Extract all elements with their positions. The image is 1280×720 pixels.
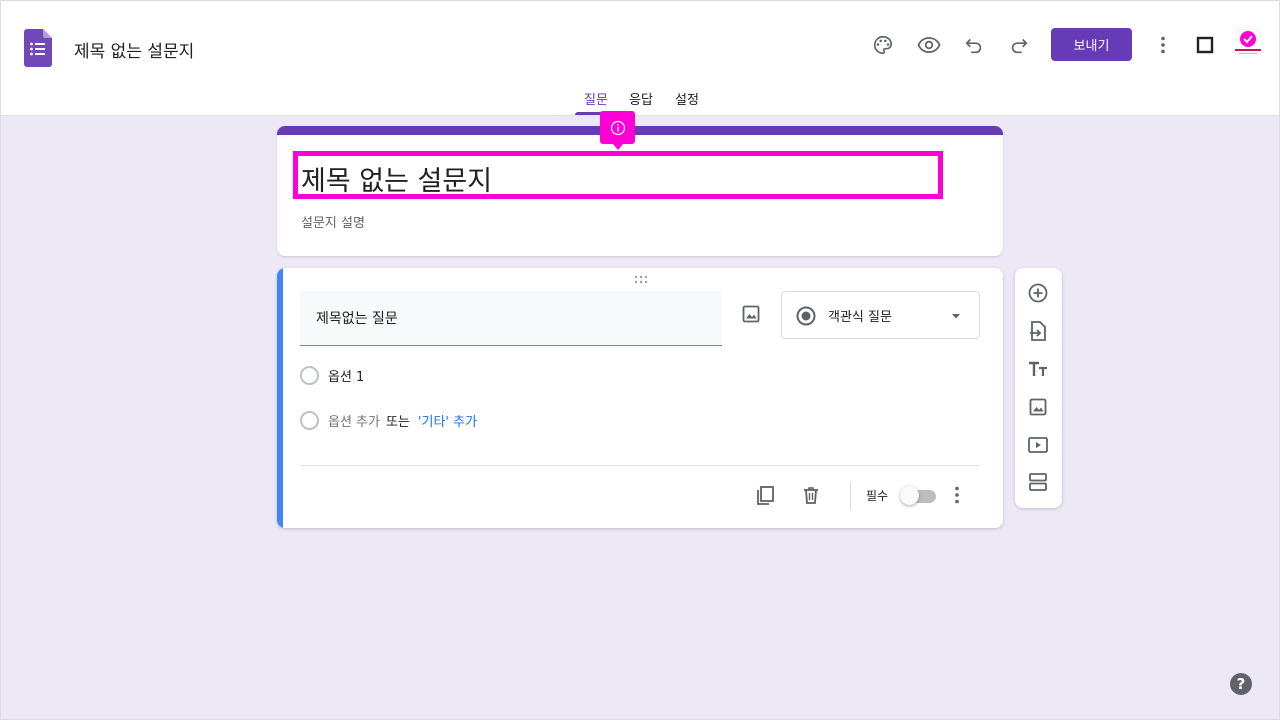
add-image-icon[interactable]: [1026, 395, 1050, 419]
send-button[interactable]: 보내기: [1051, 28, 1132, 61]
or-text: 또는: [385, 414, 410, 430]
document-title[interactable]: 제목 없는 설문지: [74, 37, 194, 62]
required-toggle[interactable]: [900, 486, 936, 505]
google-forms-logo-icon[interactable]: [24, 29, 52, 67]
add-question-icon[interactable]: [1026, 281, 1050, 305]
add-video-icon[interactable]: [1026, 433, 1050, 457]
option-row[interactable]: 옵션 1: [300, 364, 364, 386]
square-icon[interactable]: [1192, 32, 1218, 58]
redo-icon[interactable]: [1006, 32, 1032, 58]
add-image-icon[interactable]: [738, 301, 764, 327]
annotation-highlight-box: [293, 151, 943, 199]
question-card[interactable]: 제목없는 질문 객관식 질문 옵션 1 옵션 추가 또는 '기타' 추가 필수: [277, 268, 1003, 528]
dropdown-arrow-icon: [952, 314, 960, 319]
radio-button-icon: [796, 306, 816, 326]
form-tabs: 질문 응답 설정: [1, 89, 1279, 116]
more-vert-icon[interactable]: [1150, 32, 1176, 58]
add-option-row: 옵션 추가 또는 '기타' 추가: [300, 409, 477, 431]
required-label: 필수: [866, 489, 889, 503]
add-option-link[interactable]: 옵션 추가: [328, 411, 380, 430]
question-footer-divider: [300, 465, 980, 466]
delete-icon[interactable]: [799, 483, 823, 507]
option-radio: [300, 410, 319, 430]
tab-responses[interactable]: 응답: [629, 89, 653, 108]
floating-toolbar: [1015, 268, 1062, 508]
undo-icon[interactable]: [961, 32, 987, 58]
add-section-icon[interactable]: [1026, 470, 1050, 494]
toggle-knob: [900, 486, 919, 505]
question-type-dropdown[interactable]: 객관식 질문: [781, 291, 980, 339]
option-radio: [300, 365, 319, 385]
preview-eye-icon[interactable]: [916, 32, 942, 58]
tab-settings[interactable]: 설정: [675, 89, 699, 108]
tab-questions[interactable]: 질문: [584, 89, 608, 108]
option-label[interactable]: 옵션 1: [328, 366, 364, 385]
question-more-icon[interactable]: [945, 483, 969, 507]
palette-icon[interactable]: [870, 32, 896, 58]
add-other-link[interactable]: '기타' 추가: [418, 411, 477, 430]
app-header: 제목 없는 설문지 보내기 질문 응답 설정: [1, 1, 1279, 116]
help-icon[interactable]: ?: [1230, 673, 1252, 695]
import-questions-icon[interactable]: [1026, 319, 1050, 343]
question-type-label: 객관식 질문: [828, 310, 892, 325]
info-icon: [600, 111, 635, 150]
theme-color-bar: [277, 126, 1003, 135]
add-title-icon[interactable]: [1026, 357, 1050, 381]
question-title-input[interactable]: 제목없는 질문: [300, 291, 722, 346]
footer-separator: [850, 482, 851, 510]
account-avatar[interactable]: [1233, 29, 1263, 59]
duplicate-icon[interactable]: [753, 483, 777, 507]
drag-handle-icon[interactable]: [633, 275, 649, 285]
active-question-bar: [277, 268, 283, 528]
form-description-input[interactable]: 설문지 설명: [301, 212, 365, 231]
